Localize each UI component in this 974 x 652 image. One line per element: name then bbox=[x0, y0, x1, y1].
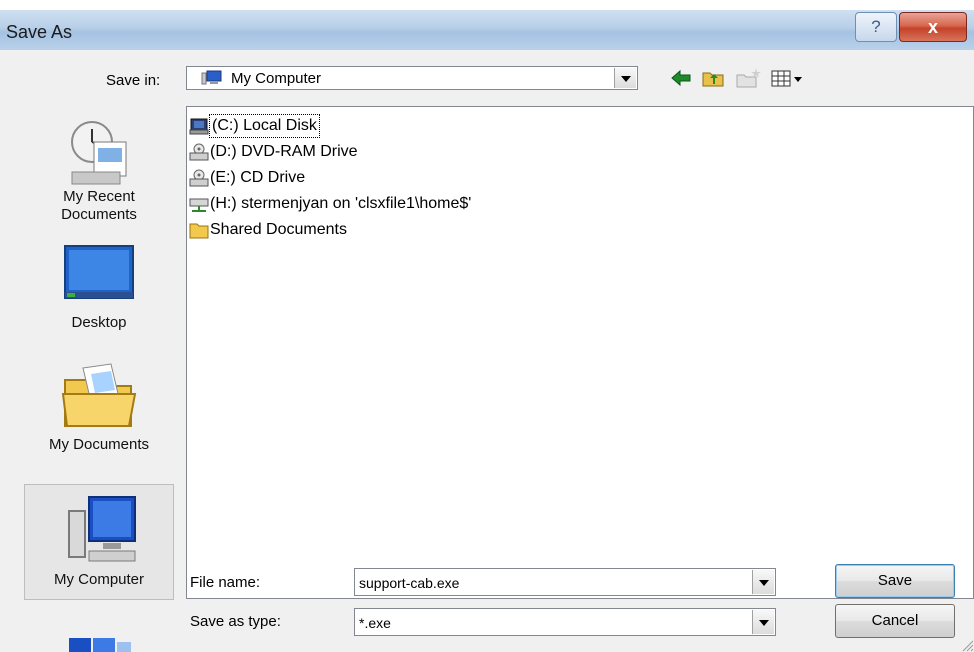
save-button[interactable]: Save bbox=[835, 564, 955, 598]
close-icon: x bbox=[927, 17, 938, 37]
network-drive-icon bbox=[189, 198, 209, 212]
place-label: My Documents bbox=[48, 436, 150, 453]
save-in-value: My Computer bbox=[231, 70, 322, 87]
place-recent-documents[interactable]: My Recent Documents bbox=[24, 112, 174, 224]
chevron-down-icon[interactable] bbox=[614, 68, 636, 88]
file-name: (D:) DVD-RAM Drive bbox=[210, 143, 358, 160]
place-my-computer[interactable]: My Computer bbox=[24, 484, 174, 600]
network-places-icon bbox=[69, 638, 131, 652]
file-name: (E:) CD Drive bbox=[210, 169, 306, 186]
file-name-field[interactable]: support-cab.exe bbox=[354, 568, 776, 596]
place-label: Desktop bbox=[71, 314, 127, 331]
views-menu-icon[interactable] bbox=[770, 66, 806, 90]
my-documents-icon bbox=[61, 363, 137, 427]
help-button[interactable]: ? bbox=[855, 12, 897, 42]
cd-drive-icon bbox=[189, 169, 209, 187]
my-computer-icon bbox=[201, 70, 222, 85]
file-list[interactable]: (C:) Local Disk (D:) DVD-RAM Drive (E:) … bbox=[186, 106, 974, 599]
file-name: (C:) Local Disk bbox=[209, 114, 320, 138]
dvd-drive-icon bbox=[189, 143, 209, 161]
close-button[interactable]: x bbox=[899, 12, 967, 42]
title-bar[interactable]: Save As ? x bbox=[0, 10, 974, 50]
desktop-icon bbox=[64, 245, 134, 299]
file-name: (H:) stermenjyan on 'clsxfile1\home$' bbox=[210, 195, 472, 212]
place-network[interactable] bbox=[24, 618, 174, 652]
help-icon: ? bbox=[871, 17, 881, 36]
place-desktop[interactable]: Desktop bbox=[24, 236, 174, 336]
place-label: My Recent Documents bbox=[61, 188, 137, 223]
save-in-dropdown[interactable]: My Computer bbox=[186, 66, 638, 90]
file-name: Shared Documents bbox=[210, 221, 347, 238]
save-as-type-dropdown[interactable]: *.exe bbox=[354, 608, 776, 636]
save-as-dialog: Save As ? x Save in: My Computer My Rece… bbox=[0, 0, 974, 652]
back-arrow-icon[interactable] bbox=[668, 66, 694, 90]
chevron-down-icon[interactable] bbox=[752, 570, 774, 594]
new-folder-icon[interactable] bbox=[734, 66, 764, 90]
folder-icon bbox=[189, 223, 209, 239]
file-name-label: File name: bbox=[190, 574, 261, 591]
place-label: My Computer bbox=[53, 571, 145, 588]
resize-grip-icon[interactable] bbox=[960, 638, 974, 652]
save-in-label: Save in: bbox=[106, 72, 161, 89]
dialog-body: Save in: My Computer My Recent Documents… bbox=[0, 50, 974, 652]
place-my-documents[interactable]: My Documents bbox=[24, 358, 174, 468]
save-as-type-label: Save as type: bbox=[190, 613, 281, 630]
file-name-value: support-cab.exe bbox=[359, 575, 460, 591]
local-disk-icon bbox=[189, 118, 209, 135]
chevron-down-icon[interactable] bbox=[752, 610, 774, 634]
recent-documents-icon bbox=[71, 121, 127, 185]
cancel-button[interactable]: Cancel bbox=[835, 604, 955, 638]
up-folder-icon[interactable] bbox=[700, 66, 726, 90]
my-computer-icon bbox=[68, 496, 136, 562]
places-bar: My Recent Documents Desktop My Documents… bbox=[24, 112, 174, 652]
window-title: Save As bbox=[6, 22, 73, 42]
save-as-type-value: *.exe bbox=[359, 615, 391, 631]
